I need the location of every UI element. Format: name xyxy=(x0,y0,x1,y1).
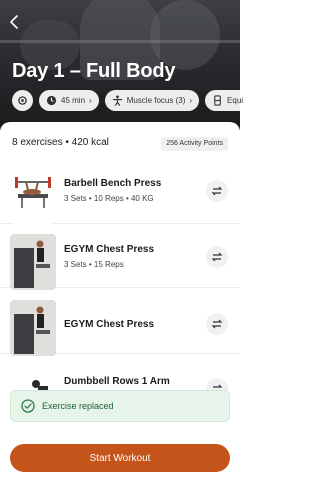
equipment-icon xyxy=(212,95,223,106)
start-workout-button[interactable]: Start Workout xyxy=(10,444,230,472)
exercise-name: Barbell Bench Press xyxy=(64,178,162,189)
exercise-thumbnail xyxy=(10,168,56,224)
settings-icon xyxy=(17,95,28,106)
swap-exercise-button[interactable] xyxy=(206,246,228,268)
swap-icon xyxy=(211,319,223,329)
chip-settings[interactable] xyxy=(12,90,33,111)
chip-muscle-focus[interactable]: Muscle focus (3) › xyxy=(104,90,200,111)
body-icon xyxy=(112,95,123,106)
chip-duration[interactable]: 45 min › xyxy=(39,90,99,111)
chip-duration-label: 45 min xyxy=(61,96,86,105)
filter-chips: 45 min › Muscle focus (3) › Equi xyxy=(12,90,251,112)
chip-muscle-focus-label: Muscle focus (3) xyxy=(126,96,186,105)
toast-text: Exercise replaced xyxy=(42,401,114,411)
exercise-thumbnail xyxy=(10,234,56,290)
exercise-row[interactable]: Barbell Bench Press 3 Sets • 10 Reps • 4… xyxy=(0,160,240,224)
activity-points-badge: 256 Activity Points xyxy=(161,137,228,151)
exercise-name: EGYM Chest Press xyxy=(64,244,155,255)
page-title: Day 1 – Full Body xyxy=(12,60,176,82)
clock-icon xyxy=(46,95,57,106)
workout-summary: 8 exercises • 420 kcal xyxy=(12,137,109,148)
chevron-right-icon: › xyxy=(89,96,92,105)
check-circle-icon xyxy=(21,399,35,413)
chevron-left-icon xyxy=(10,15,18,29)
chevron-right-icon: › xyxy=(189,96,193,105)
hero-barbell xyxy=(0,40,240,43)
exercise-meta: 3 Sets • 15 Reps xyxy=(64,260,124,269)
swap-exercise-button[interactable] xyxy=(206,180,228,202)
chip-equipment-label: Equi xyxy=(227,96,244,105)
exercise-name: Dumbbell Rows 1 Arm xyxy=(64,376,170,387)
exercise-name: EGYM Chest Press xyxy=(64,319,155,330)
exercise-row[interactable]: EGYM Chest Press xyxy=(0,290,240,356)
back-button[interactable] xyxy=(8,14,24,34)
swap-exercise-button[interactable] xyxy=(206,313,228,335)
exercise-row[interactable]: EGYM Chest Press 3 Sets • 15 Reps xyxy=(0,224,240,290)
exercise-meta: 3 Sets • 10 Reps • 40 KG xyxy=(64,194,154,203)
swap-icon xyxy=(211,186,223,196)
swap-icon xyxy=(211,252,223,262)
exercise-thumbnail xyxy=(10,300,56,356)
chip-equipment[interactable]: Equi xyxy=(205,90,251,111)
toast-notification: Exercise replaced xyxy=(10,390,230,422)
